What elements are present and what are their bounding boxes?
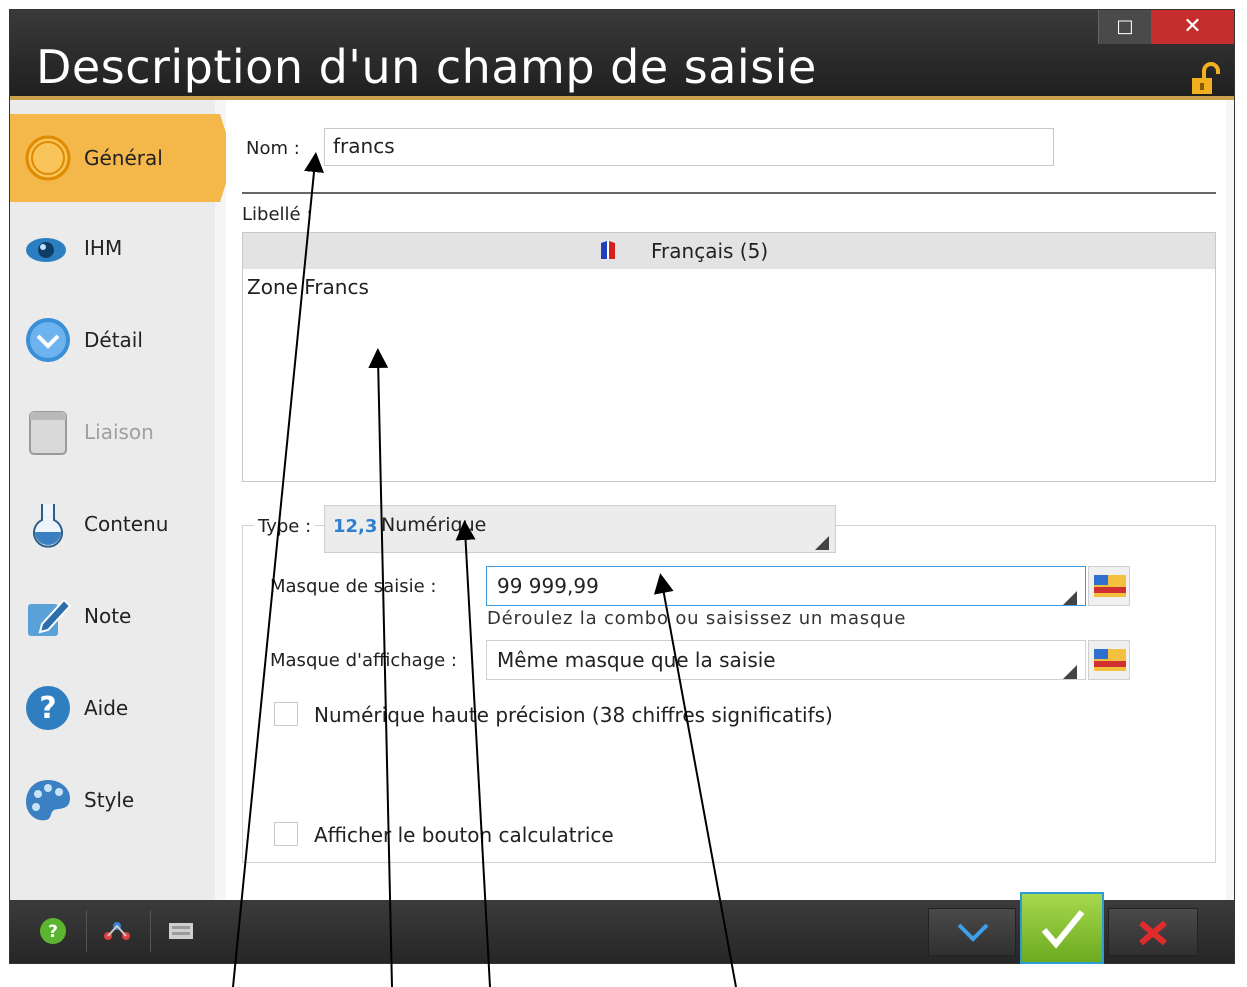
cancel-button[interactable] bbox=[1108, 908, 1198, 956]
language-header[interactable]: Français (5) bbox=[243, 233, 1215, 269]
high-precision-checkbox[interactable] bbox=[274, 702, 298, 726]
sidebar-item-label: Style bbox=[84, 788, 135, 812]
sidebar-item-label: Contenu bbox=[84, 512, 169, 536]
name-input[interactable]: francs bbox=[324, 128, 1054, 166]
dropdown-arrow-icon bbox=[1063, 591, 1077, 605]
help-icon[interactable]: ? bbox=[38, 916, 68, 946]
divider bbox=[242, 192, 1216, 194]
unlock-icon[interactable] bbox=[1190, 62, 1222, 96]
sidebar-item-note[interactable]: Note bbox=[10, 572, 215, 660]
input-mask-help: Déroulez la combo ou saisissez un masque bbox=[487, 608, 907, 629]
footer-separator bbox=[86, 910, 87, 952]
svg-text:?: ? bbox=[39, 691, 56, 726]
sidebar-item-ihm[interactable]: IHM bbox=[10, 204, 215, 292]
circle-icon bbox=[25, 135, 71, 181]
sidebar-item-contenu[interactable]: Contenu bbox=[10, 480, 215, 568]
flask-icon bbox=[33, 504, 63, 548]
footer-separator bbox=[150, 910, 151, 952]
maximize-button[interactable]: □ bbox=[1098, 10, 1151, 44]
display-mask-editor-button[interactable] bbox=[1088, 640, 1130, 680]
svg-text:?: ? bbox=[48, 922, 58, 942]
sidebar-item-detail[interactable]: Détail bbox=[10, 296, 215, 384]
sidebar-item-label: Liaison bbox=[84, 420, 154, 444]
name-label: Nom : bbox=[246, 138, 300, 159]
type-label: Type : bbox=[254, 516, 316, 537]
display-mask-label: Masque d'affichage : bbox=[270, 650, 457, 671]
sidebar-item-label: Aide bbox=[84, 696, 129, 720]
numeric-type-icon: 12,3 bbox=[333, 516, 378, 537]
caption-panel: Français (5) Zone Francs bbox=[242, 232, 1216, 482]
chevron-down-icon bbox=[957, 923, 989, 942]
chevron-circle-icon bbox=[26, 318, 70, 362]
caption-label: Libellé : bbox=[242, 204, 313, 225]
window-title: Description d'un champ de saisie bbox=[36, 40, 817, 94]
cross-icon bbox=[1139, 920, 1167, 946]
display-mask-value: Même masque que la saisie bbox=[497, 648, 776, 672]
close-button[interactable]: ✕ bbox=[1151, 10, 1234, 44]
type-value: Numérique bbox=[381, 514, 487, 536]
window-icon bbox=[29, 411, 67, 455]
mask-editor-icon bbox=[1094, 575, 1126, 597]
sidebar-item-style[interactable]: Style bbox=[10, 756, 215, 844]
type-combo[interactable]: 12,3 Numérique bbox=[324, 505, 836, 553]
dropdown-arrow-icon bbox=[1063, 665, 1077, 679]
calculator-label: Afficher le bouton calculatrice bbox=[314, 823, 614, 847]
sidebar-item-label: Note bbox=[84, 604, 132, 628]
sidebar-item-aide[interactable]: ? Aide bbox=[10, 664, 215, 752]
input-mask-combo[interactable]: 99 999,99 bbox=[486, 566, 1086, 606]
question-icon: ? bbox=[26, 686, 70, 730]
title-bar: Description d'un champ de saisie □ ✕ bbox=[10, 10, 1234, 100]
french-flag-icon bbox=[601, 241, 615, 259]
dialog-window: Description d'un champ de saisie □ ✕ Gén… bbox=[10, 10, 1234, 964]
footer-bar: ? bbox=[10, 892, 1234, 964]
dropdown-arrow-icon bbox=[815, 536, 829, 550]
high-precision-label: Numérique haute précision (38 chiffres s… bbox=[314, 703, 833, 727]
ok-button[interactable] bbox=[1020, 892, 1104, 964]
sidebar-item-label: IHM bbox=[84, 236, 123, 260]
palette-icon bbox=[26, 780, 70, 821]
keyboard-icon[interactable] bbox=[166, 916, 196, 946]
sidebar-item-label: Général bbox=[84, 146, 163, 170]
sidebar: Général IHM Détail Liaison Contenu Note … bbox=[10, 100, 234, 900]
mask-editor-icon bbox=[1094, 649, 1126, 671]
sidebar-item-liaison[interactable]: Liaison bbox=[10, 388, 215, 476]
input-mask-value: 99 999,99 bbox=[497, 574, 599, 598]
network-icon[interactable] bbox=[102, 916, 132, 946]
calculator-checkbox[interactable] bbox=[274, 822, 298, 846]
pencil-note-icon bbox=[28, 598, 72, 636]
language-label: Français (5) bbox=[651, 239, 769, 263]
display-mask-combo[interactable]: Même masque que la saisie bbox=[486, 640, 1086, 680]
caption-text-area[interactable]: Zone Francs bbox=[247, 275, 369, 299]
checkmark-icon bbox=[1041, 910, 1085, 949]
mask-editor-button[interactable] bbox=[1088, 566, 1130, 606]
eye-icon bbox=[26, 238, 66, 262]
next-button[interactable] bbox=[928, 908, 1016, 956]
sidebar-item-label: Détail bbox=[84, 328, 143, 352]
sidebar-item-general[interactable]: Général bbox=[10, 114, 234, 202]
input-mask-label: Masque de saisie : bbox=[270, 576, 437, 597]
